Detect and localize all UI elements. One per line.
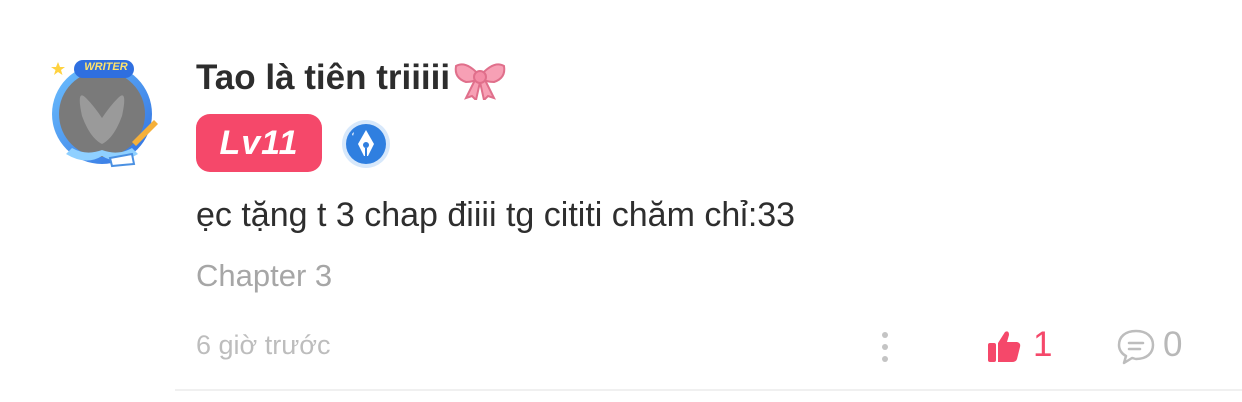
timestamp: 6 giờ trước (196, 330, 331, 360)
reply-count: 0 (1163, 325, 1183, 364)
more-icon[interactable] (875, 330, 895, 364)
avatar[interactable]: WRITER (46, 58, 164, 170)
like-count: 1 (1033, 325, 1053, 364)
like-icon[interactable] (986, 328, 1022, 364)
username-row[interactable]: Tao là tiên triiiii (196, 56, 508, 100)
level-badge: Lv11 (196, 114, 322, 172)
divider (175, 389, 1242, 391)
writer-badge-icon[interactable] (340, 118, 392, 170)
chapter-link[interactable]: Chapter 3 (196, 258, 332, 294)
level-label: Lv11 (219, 123, 299, 162)
comment-text: ẹc tặng t 3 chap điiii tg cititi chăm ch… (196, 196, 796, 234)
reply-icon[interactable] (1116, 328, 1156, 366)
avatar-frame-label: WRITER (84, 61, 128, 73)
username[interactable]: Tao là tiên triiiii (196, 58, 450, 98)
bow-emoji-icon (454, 63, 506, 100)
